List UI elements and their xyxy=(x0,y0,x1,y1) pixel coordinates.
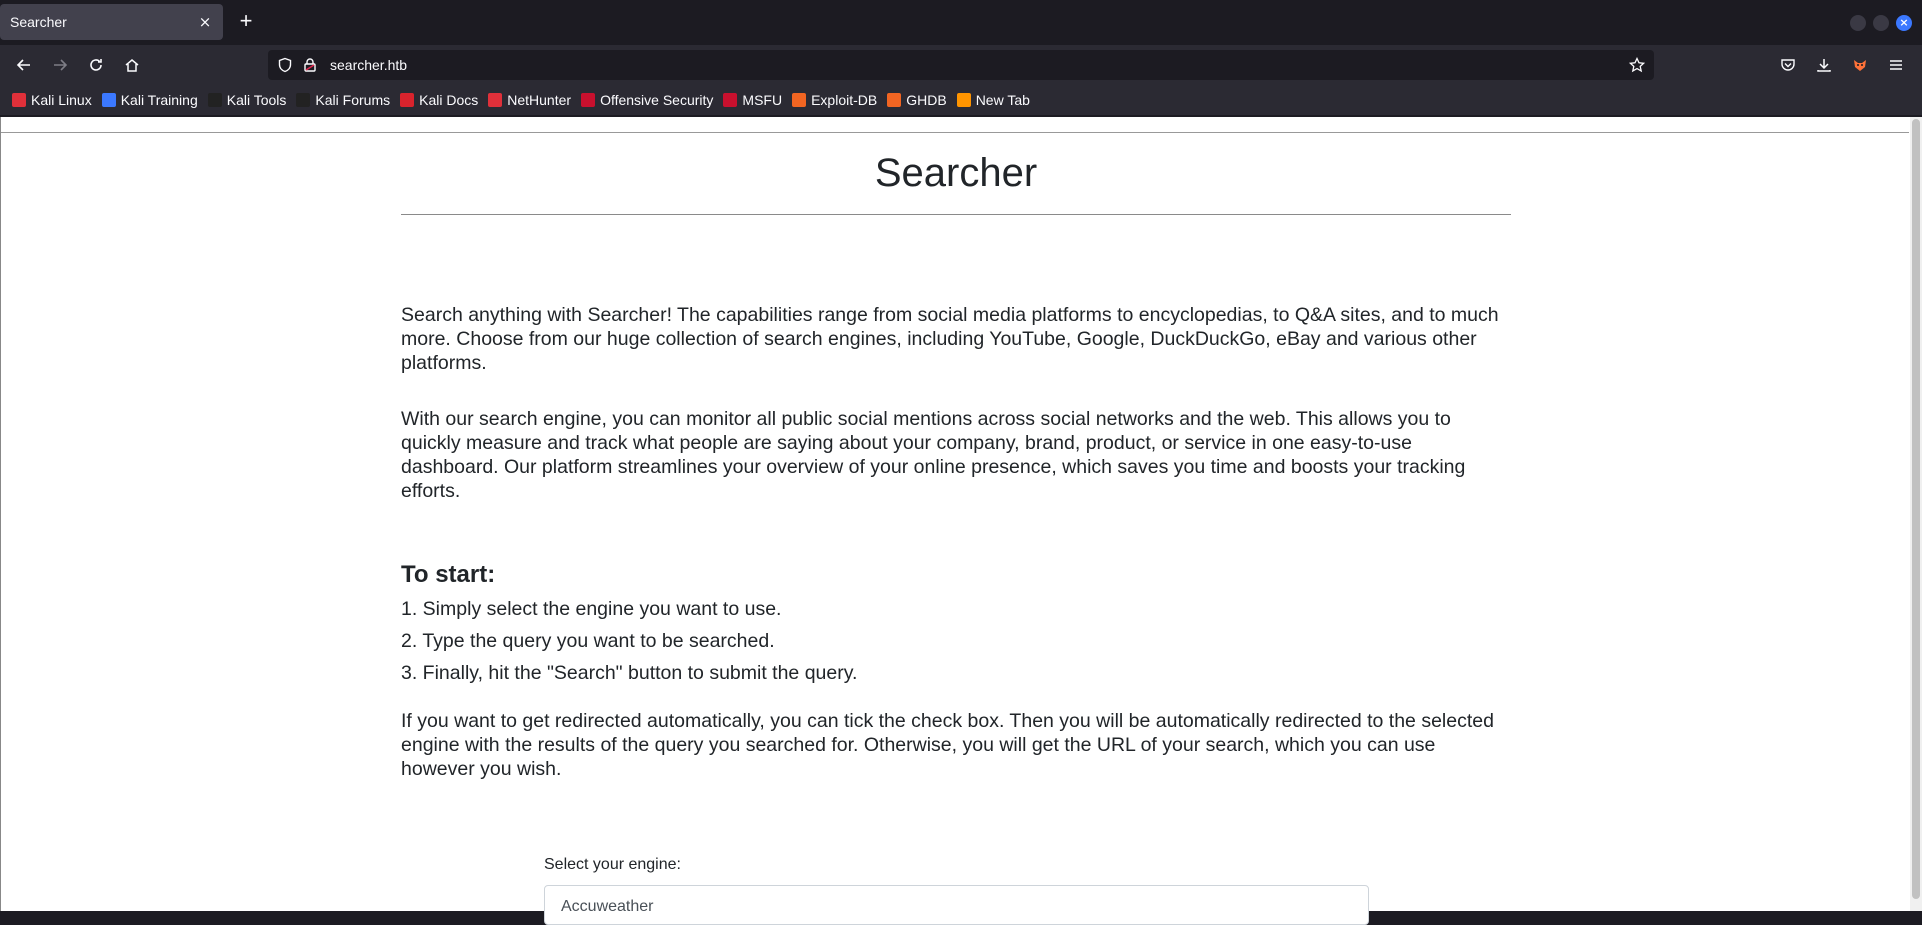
download-icon xyxy=(1817,59,1831,72)
page-top-rule xyxy=(1,132,1909,133)
bookmark-item[interactable]: New Tab xyxy=(956,88,1030,112)
url-bar[interactable]: searcher.htb xyxy=(268,50,1654,80)
bookmark-favicon-icon xyxy=(296,93,311,107)
bookmark-label: New Tab xyxy=(975,92,1030,108)
bookmark-label: Kali Forums xyxy=(315,92,391,108)
bookmark-item[interactable]: Offensive Security xyxy=(581,88,713,112)
extension-button[interactable] xyxy=(1846,51,1874,79)
minimize-icon[interactable] xyxy=(1850,15,1866,31)
bookmarks-toolbar: Kali Linux Kali Training Kali Tools Kali Fo… xyxy=(0,85,1922,115)
scrollbar-thumb[interactable] xyxy=(1912,119,1920,899)
url-text[interactable]: searcher.htb xyxy=(330,57,407,73)
bookmark-favicon-icon xyxy=(207,93,222,107)
web-page: Searcher Search anything with Searcher! … xyxy=(0,117,1922,925)
bookmark-item[interactable]: Kali Forums xyxy=(296,88,390,112)
bookmark-label: NetHunter xyxy=(507,92,572,108)
bookmark-star-icon[interactable] xyxy=(1628,56,1646,74)
bookmark-label: Kali Linux xyxy=(31,92,92,108)
bookmark-label: GHDB xyxy=(906,92,947,108)
bookmark-label: Offensive Security xyxy=(600,92,714,108)
bookmark-item[interactable]: Kali Tools xyxy=(207,88,287,112)
bookmark-favicon-icon xyxy=(792,93,807,107)
tab-searcher[interactable]: Searcher × xyxy=(0,4,223,40)
reload-icon xyxy=(90,59,102,71)
engine-label: Select your engine: xyxy=(544,856,681,873)
pocket-icon xyxy=(1781,59,1795,71)
bookmark-favicon-icon xyxy=(12,93,26,107)
bookmark-favicon-icon xyxy=(887,93,902,107)
bookmark-favicon-icon xyxy=(956,93,971,107)
bookmark-favicon-icon xyxy=(723,93,738,107)
bookmark-item[interactable]: NetHunter xyxy=(488,88,571,112)
menu-button[interactable] xyxy=(1882,51,1910,79)
back-button[interactable] xyxy=(10,51,38,79)
bookmark-favicon-icon xyxy=(581,93,596,107)
bookmark-item[interactable]: Kali Linux xyxy=(12,88,92,112)
new-tab-button[interactable]: + xyxy=(234,10,258,34)
back-arrow-icon xyxy=(16,59,30,71)
pocket-button[interactable] xyxy=(1774,51,1802,79)
bookmark-item[interactable]: GHDB xyxy=(887,88,947,112)
title-divider xyxy=(401,214,1511,215)
bookmark-favicon-icon xyxy=(101,93,116,107)
fox-extension-icon xyxy=(1854,60,1866,71)
bookmark-favicon-icon xyxy=(488,93,503,107)
intro-paragraph: Search anything with Searcher! The capab… xyxy=(401,304,1499,374)
forward-button[interactable] xyxy=(46,51,74,79)
maximize-icon[interactable] xyxy=(1873,15,1889,31)
bookmark-label: Exploit-DB xyxy=(811,92,878,108)
bookmark-favicon-icon xyxy=(400,93,415,107)
page-scrollbar[interactable] xyxy=(1910,117,1922,911)
reload-button[interactable] xyxy=(82,51,110,79)
engine-selected-value: Accuweather xyxy=(561,898,654,915)
bookmark-label: Kali Tools xyxy=(226,92,287,108)
step-2: 2. Type the query you want to be searche… xyxy=(401,630,775,652)
bookmark-item[interactable]: Kali Training xyxy=(101,88,198,112)
engine-select[interactable]: Accuweather xyxy=(544,885,1369,925)
forward-arrow-icon xyxy=(54,59,68,71)
redirect-paragraph: If you want to get redirected automatica… xyxy=(401,710,1494,780)
bookmark-item[interactable]: Kali Docs xyxy=(400,88,478,112)
bookmark-label: MSFU xyxy=(742,92,783,108)
tab-strip: Searcher × + × xyxy=(0,0,1922,45)
start-heading: To start: xyxy=(401,561,496,588)
window-close-icon[interactable]: × xyxy=(1896,15,1912,31)
nav-bar: searcher.htb xyxy=(0,45,1922,85)
bookmark-label: Kali Training xyxy=(120,92,198,108)
bookmark-item[interactable]: Exploit-DB xyxy=(792,88,877,112)
downloads-button[interactable] xyxy=(1810,51,1838,79)
bookmark-item[interactable]: MSFU xyxy=(723,88,782,112)
bookmark-label: Kali Docs xyxy=(419,92,479,108)
step-1: 1. Simply select the engine you want to … xyxy=(401,598,782,620)
home-icon xyxy=(125,59,139,72)
hamburger-menu-icon xyxy=(1890,60,1902,70)
monitor-paragraph: With our search engine, you can monitor … xyxy=(401,408,1466,502)
page-title: Searcher xyxy=(874,151,1038,195)
home-button[interactable] xyxy=(118,51,146,79)
tab-close-icon[interactable]: × xyxy=(195,12,215,32)
shield-icon[interactable] xyxy=(276,56,294,74)
tab-title: Searcher xyxy=(10,14,67,30)
step-3: 3. Finally, hit the "Search" button to s… xyxy=(401,662,858,684)
lock-icon[interactable] xyxy=(301,56,319,74)
